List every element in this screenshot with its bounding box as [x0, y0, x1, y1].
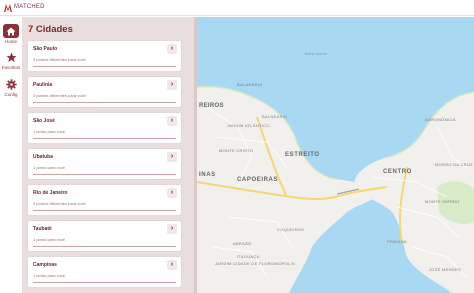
nav-label-home: Home [4, 39, 17, 44]
city-name: São José [33, 118, 55, 124]
city-name: Paulínia [33, 82, 53, 88]
city-name: Rio de Janeiro [33, 190, 68, 196]
star-icon [3, 50, 19, 64]
city-name: São Paulo [33, 46, 58, 52]
map-label-reiros: REIROS [199, 103, 224, 109]
city-card[interactable]: Ubatuba 1 ponto para você › [28, 149, 181, 179]
city-card[interactable]: Paulínia 2 pontos diferentes para você › [28, 77, 181, 107]
gear-icon [3, 77, 19, 91]
home-icon [3, 24, 19, 38]
card-divider [33, 174, 176, 175]
map-label-balneario-top: BALNEÁRIO [237, 82, 263, 87]
city-card[interactable]: São Paulo 2 pontos diferentes para você … [28, 41, 181, 71]
city-points: 1 ponto para você [33, 237, 66, 242]
city-points: 1 ponto para você [33, 129, 66, 134]
map-label-capoeiras: CAPOEIRAS [237, 177, 279, 183]
nav-item-config[interactable]: Config [0, 75, 22, 101]
map-label-jose-mendes: JOSÉ MENDES [429, 267, 461, 272]
map-label-coqueiros: COQUEIROS [277, 227, 305, 232]
open-city-button[interactable]: › [167, 188, 177, 198]
city-points: 1 ponto para você [33, 165, 66, 170]
open-city-button[interactable]: › [167, 152, 177, 162]
map-label-abraao: ABRAÃO [233, 241, 252, 246]
map-canvas [197, 85, 474, 293]
card-divider [33, 138, 176, 139]
city-card[interactable]: Campinas 1 ponto para você › [28, 257, 181, 287]
city-points: 2 pontos diferentes para você [33, 57, 86, 62]
map-label-centro: CENTRO [383, 169, 412, 175]
map-label-jardim-cidade: JARDIM CIDADE DE FLORIANÓPOLIS [215, 261, 296, 266]
card-divider [33, 102, 176, 103]
nav-item-home[interactable]: Home [0, 22, 22, 48]
open-city-button[interactable]: › [167, 224, 177, 234]
map-label-monte-cristo: MONTE CRISTO [219, 148, 254, 153]
card-divider [33, 246, 176, 247]
city-name: Taubaté [33, 226, 52, 232]
city-card[interactable]: Taubaté 1 ponto para você › [28, 221, 181, 251]
map-label-nas: INAS [199, 172, 216, 178]
open-city-button[interactable]: › [167, 260, 177, 270]
map-label-itaguacu: ITAGUAÇU [237, 254, 260, 259]
open-city-button[interactable]: › [167, 44, 177, 54]
page-title: 7 Cidades [28, 24, 73, 35]
top-bar: MATCHED [0, 0, 474, 16]
city-name: Ubatuba [33, 154, 53, 160]
map-label-jardim-atlantico: JARDIM ATLÂNTICO [227, 123, 270, 128]
map-view[interactable]: REIROS BALNEÁRIO BALNEÁRIO JARDIM ATLÂNT… [197, 17, 474, 293]
card-divider [33, 210, 176, 211]
city-points: 2 pontos diferentes para você [33, 201, 86, 206]
open-city-button[interactable]: › [167, 116, 177, 126]
nav-label-config: Config [4, 92, 18, 97]
map-label-balneario: BALNEÁRIO [262, 114, 288, 119]
map-label-estreito: ESTREITO [285, 152, 320, 158]
cities-panel: 7 Cidades São Paulo 2 pontos diferentes … [22, 17, 197, 293]
map-label-baia: Baía Norte [305, 51, 328, 56]
nav-label-favoritos: Favoritos [1, 65, 21, 70]
map-label-morro-da-cruz: MORRO DA CRUZ [435, 162, 473, 167]
city-name: Campinas [33, 262, 57, 268]
city-points: 2 pontos diferentes para você [33, 93, 86, 98]
app-name: MATCHED [14, 4, 45, 10]
card-divider [33, 282, 176, 283]
city-card[interactable]: Rio de Janeiro 2 pontos diferentes para … [28, 185, 181, 215]
map-label-monte-serrat: MONTE SERRAT [425, 199, 461, 204]
card-divider [33, 66, 176, 67]
side-nav: Home Favoritos Config [0, 17, 22, 293]
map-label-agronomica: AGRONÔMICA [425, 117, 456, 122]
matched-logo-icon [4, 4, 12, 12]
nav-item-favoritos[interactable]: Favoritos [0, 48, 22, 74]
open-city-button[interactable]: › [167, 80, 177, 90]
map-label-prainha: PRAINHA [387, 239, 407, 244]
city-points: 1 ponto para você [33, 273, 66, 278]
city-card[interactable]: São José 1 ponto para você › [28, 113, 181, 143]
